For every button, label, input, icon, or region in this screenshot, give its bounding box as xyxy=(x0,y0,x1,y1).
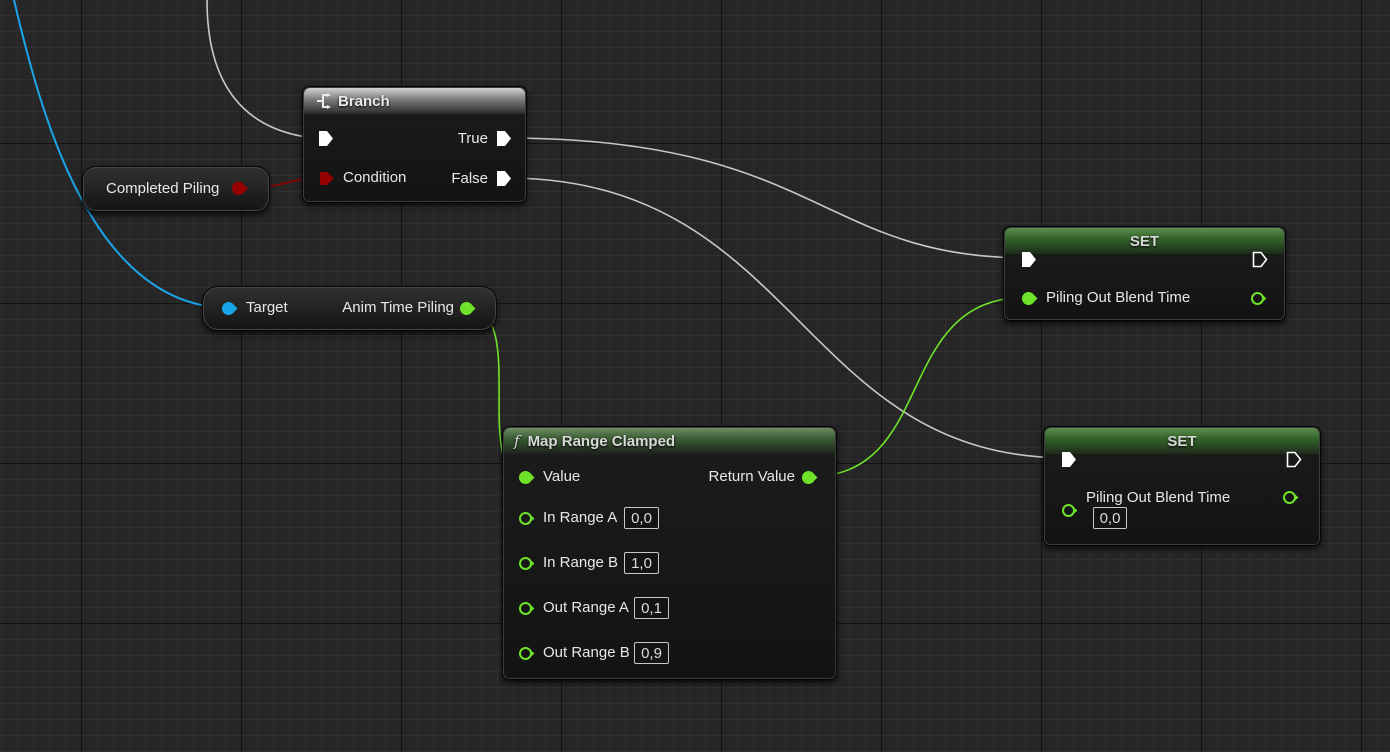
exec-false-pin-icon[interactable] xyxy=(496,170,512,187)
object-wire-to-target xyxy=(13,0,228,309)
exec-out-pin-icon[interactable] xyxy=(1252,251,1268,268)
out-range-a-label: Out Range A xyxy=(543,599,629,616)
set-top-title: SET xyxy=(1129,232,1160,250)
float-wire-return-to-set xyxy=(807,296,1029,478)
out-range-b-label: Out Range B xyxy=(543,644,630,661)
completed-piling-label: Completed Piling xyxy=(106,180,220,197)
in-range-a-field[interactable]: 0,0 xyxy=(624,507,659,529)
target-pin-label: Target xyxy=(246,299,288,316)
set-bottom-var-label: Piling Out Blend Time xyxy=(1086,489,1231,506)
set-top-header[interactable]: SET xyxy=(1005,228,1284,254)
float-in-pin-icon[interactable] xyxy=(518,470,535,485)
completed-piling-node[interactable]: Completed Piling xyxy=(82,166,270,212)
set-bottom-value-field[interactable]: 0,0 xyxy=(1093,507,1127,529)
set-top-var-label: Piling Out Blend Time xyxy=(1046,289,1191,306)
exec-wire-true-to-set xyxy=(511,137,1029,259)
float-out-pin-icon[interactable] xyxy=(459,301,476,316)
in-range-b-label: In Range B xyxy=(543,554,619,571)
branch-node[interactable]: Branch True Condition False xyxy=(302,86,527,203)
exec-out-pin-icon[interactable] xyxy=(1286,451,1302,468)
map-range-header[interactable]: f Map Range Clamped xyxy=(504,428,835,454)
out-range-b-field[interactable]: 0,9 xyxy=(634,642,669,664)
function-icon: f xyxy=(514,432,520,450)
return-value-pin-label: Return Value xyxy=(708,468,795,485)
map-range-title: Map Range Clamped xyxy=(527,432,676,450)
float-out-pin-icon[interactable] xyxy=(1282,490,1299,505)
set-node-bottom[interactable]: SET Piling Out Blend Time 0,0 xyxy=(1043,426,1321,546)
float-in-pin-icon[interactable] xyxy=(518,556,535,571)
branch-header[interactable]: Branch xyxy=(304,88,525,114)
bool-pin-icon[interactable] xyxy=(319,171,335,186)
float-out-pin-icon[interactable] xyxy=(801,470,818,485)
exec-in-pin-icon[interactable] xyxy=(318,130,334,147)
float-in-pin-icon[interactable] xyxy=(1061,503,1078,518)
map-range-clamped-node[interactable]: f Map Range Clamped Value Return Value I… xyxy=(502,426,837,680)
in-range-a-label: In Range A xyxy=(543,509,618,526)
float-in-pin-icon[interactable] xyxy=(1021,291,1038,306)
exec-in-pin-icon[interactable] xyxy=(1061,451,1077,468)
exec-in-pin-icon[interactable] xyxy=(1021,251,1037,268)
anim-time-piling-node[interactable]: Target Anim Time Piling xyxy=(202,286,497,331)
branch-icon xyxy=(317,93,331,109)
bool-out-pin-icon[interactable] xyxy=(231,181,249,196)
exec-true-pin-icon[interactable] xyxy=(496,130,512,147)
set-bottom-title: SET xyxy=(1167,432,1197,450)
float-in-pin-icon[interactable] xyxy=(518,601,535,616)
exec-wire-false-to-set xyxy=(511,177,1069,459)
condition-pin-label: Condition xyxy=(343,169,407,186)
branch-title: Branch xyxy=(338,92,390,110)
in-range-b-field[interactable]: 1,0 xyxy=(624,552,659,574)
value-pin-label: Value xyxy=(543,468,581,485)
float-in-pin-icon[interactable] xyxy=(518,646,535,661)
anim-time-piling-label: Anim Time Piling xyxy=(342,299,454,316)
set-bottom-header[interactable]: SET xyxy=(1045,428,1319,454)
object-pin-icon[interactable] xyxy=(221,301,238,316)
set-node-top[interactable]: SET Piling Out Blend Time xyxy=(1003,226,1286,321)
exec-wire-into-branch xyxy=(206,0,315,139)
true-pin-label: True xyxy=(457,130,488,147)
float-in-pin-icon[interactable] xyxy=(518,511,535,526)
out-range-a-field[interactable]: 0,1 xyxy=(634,597,669,619)
false-pin-label: False xyxy=(451,170,488,187)
float-out-pin-icon[interactable] xyxy=(1250,291,1267,306)
